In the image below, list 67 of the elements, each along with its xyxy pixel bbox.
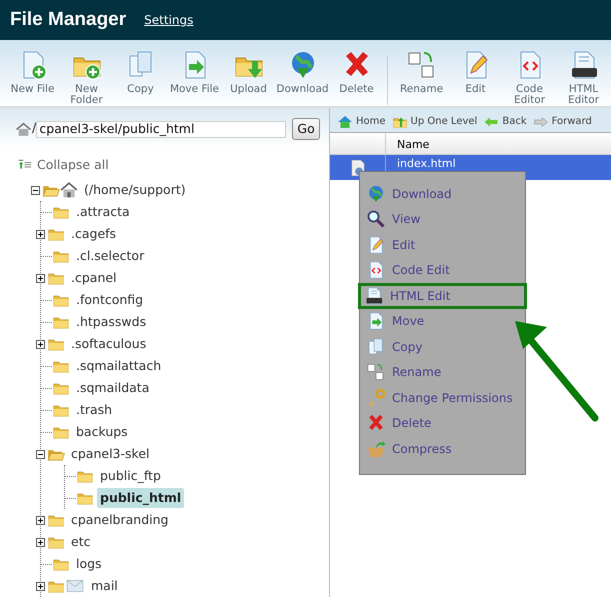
menu-item[interactable]: Download	[360, 181, 525, 206]
expand-toggle[interactable]	[36, 582, 45, 590]
app-title: File Manager	[10, 8, 126, 32]
menu-item[interactable]: HTML Edit	[358, 283, 527, 308]
toolbar-button[interactable]: Download	[276, 49, 329, 95]
html-editor-icon	[364, 286, 384, 306]
settings-link[interactable]: Settings	[144, 11, 194, 29]
expand-toggle[interactable]	[36, 538, 45, 546]
tree-item[interactable]: backups	[73, 422, 131, 442]
toolbar-button[interactable]: Copy	[114, 49, 167, 95]
file-name: index.html	[396, 158, 456, 172]
toolbar-button[interactable]: Code Editor	[503, 49, 556, 106]
tree-item[interactable]: .trash	[73, 400, 116, 420]
toolbar-button[interactable]: Upload	[222, 49, 275, 95]
tree-item[interactable]: mail	[88, 576, 121, 596]
collapse-toggle[interactable]	[31, 186, 40, 194]
nav-link[interactable]: Up One Level	[392, 114, 478, 130]
tree-item[interactable]: public_html	[97, 488, 184, 508]
path-field[interactable]: cpanel3-skel/public_html	[36, 120, 286, 138]
tree-item[interactable]: .softaculous	[68, 334, 150, 354]
magnifier-icon	[366, 209, 386, 230]
toolbar-button[interactable]: Edit	[449, 49, 502, 95]
home-icon	[15, 120, 32, 138]
box-icon	[366, 438, 386, 459]
nav-link[interactable]: Back	[483, 114, 527, 130]
column-header[interactable]: Name	[386, 133, 430, 154]
web-file-icon	[348, 158, 366, 178]
rename-icon	[366, 362, 386, 382]
menu-item[interactable]: Change Permissions	[360, 385, 525, 410]
toolbar-button[interactable]: New Folder	[60, 49, 113, 106]
tree-item[interactable]: .cagefs	[68, 224, 120, 244]
tree-item[interactable]: etc	[68, 532, 94, 552]
menu-item[interactable]: Delete	[360, 410, 525, 436]
menu-item[interactable]: Code Edit	[360, 258, 525, 283]
toolbar-button[interactable]: Delete	[330, 49, 383, 95]
tree-item[interactable]: .sqmailattach	[73, 356, 164, 376]
menu-item[interactable]: Edit	[360, 232, 525, 258]
expand-toggle[interactable]	[36, 340, 45, 348]
download-icon	[366, 184, 386, 204]
toolbar-button[interactable]: Rename	[395, 49, 448, 95]
home-icon	[337, 114, 353, 130]
nav-link[interactable]: Home	[337, 114, 386, 130]
tree-item[interactable]: (/home/support)	[81, 180, 189, 200]
menu-item[interactable]: View	[360, 206, 525, 232]
collapse-toggle[interactable]	[36, 450, 45, 458]
tree-item[interactable]: cpanel3-skel	[68, 444, 152, 464]
tree-item[interactable]: cpanelbranding	[68, 510, 172, 530]
tree-item[interactable]: public_ftp	[97, 466, 164, 486]
tree-item[interactable]: .cpanel	[68, 268, 120, 288]
toolbar-button[interactable]: Move File	[168, 49, 221, 95]
tree-item[interactable]: logs	[73, 554, 105, 574]
toolbar-button[interactable]: HTML Editor	[557, 49, 610, 106]
expand-toggle[interactable]	[36, 274, 45, 282]
tree-item[interactable]: .fontconfig	[73, 290, 146, 310]
tree-item[interactable]: .sqmaildata	[73, 378, 152, 398]
expand-toggle[interactable]	[36, 516, 45, 524]
menu-item[interactable]: Compress	[360, 436, 525, 462]
collapse-all-link[interactable]: Collapse all	[37, 156, 109, 175]
expand-toggle[interactable]	[36, 230, 45, 238]
path-separator: /	[32, 120, 36, 138]
menu-item[interactable]: Rename	[360, 360, 525, 385]
go-button[interactable]: Go	[292, 118, 320, 140]
tree-item[interactable]: .cl.selector	[73, 246, 148, 266]
toolbar-button[interactable]: New File	[6, 49, 59, 95]
nav-link[interactable]: Forward	[532, 114, 592, 130]
tree-item[interactable]: .htpasswds	[73, 312, 150, 332]
tree-item[interactable]: .attracta	[73, 202, 133, 222]
